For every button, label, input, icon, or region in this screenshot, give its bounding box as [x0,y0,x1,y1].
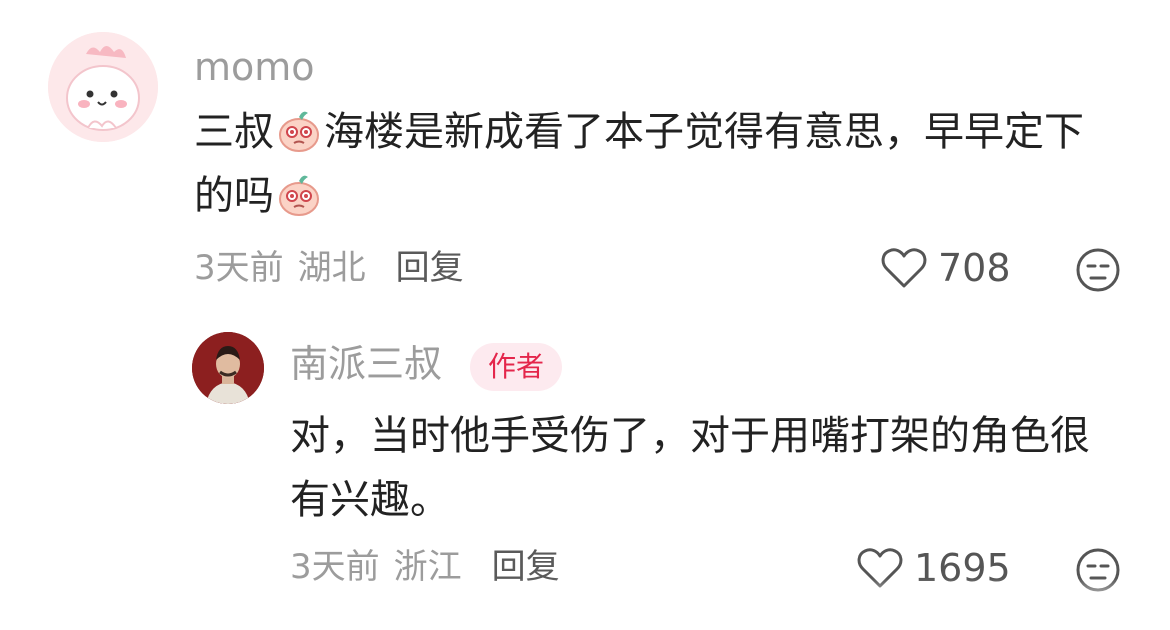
pink-creature-avatar-icon [48,32,158,142]
avatar[interactable] [192,332,264,404]
heart-outline-icon [881,248,927,288]
like-button[interactable]: 708 [880,246,1011,290]
comment-time: 3天前 [194,248,284,288]
comment-username[interactable]: momo [194,48,315,86]
comment-text: 三叔 海楼是新成看了本子觉得有意思，早早定下 的吗 [194,107,1084,219]
dislike-button[interactable] [1074,246,1122,298]
pink-creature-emoji-icon [276,107,322,153]
reply-username[interactable]: 南派三叔 [290,345,442,383]
bottom-fade-overlay [0,578,1170,630]
meh-face-icon [1076,248,1120,292]
comment-meta: 3天前 湖北 回复 [194,251,464,285]
avatar[interactable] [48,32,158,142]
comment-location: 湖北 [297,248,366,288]
like-count: 708 [938,246,1011,290]
author-portrait-avatar [192,332,264,404]
reply-text: 对，当时他手受伤了，对于用嘴打架的角色很 有兴趣。 [290,413,1090,523]
reply-button[interactable]: 回复 [396,248,464,288]
author-badge: 作者 [470,343,563,391]
pink-creature-emoji-icon [276,171,322,217]
